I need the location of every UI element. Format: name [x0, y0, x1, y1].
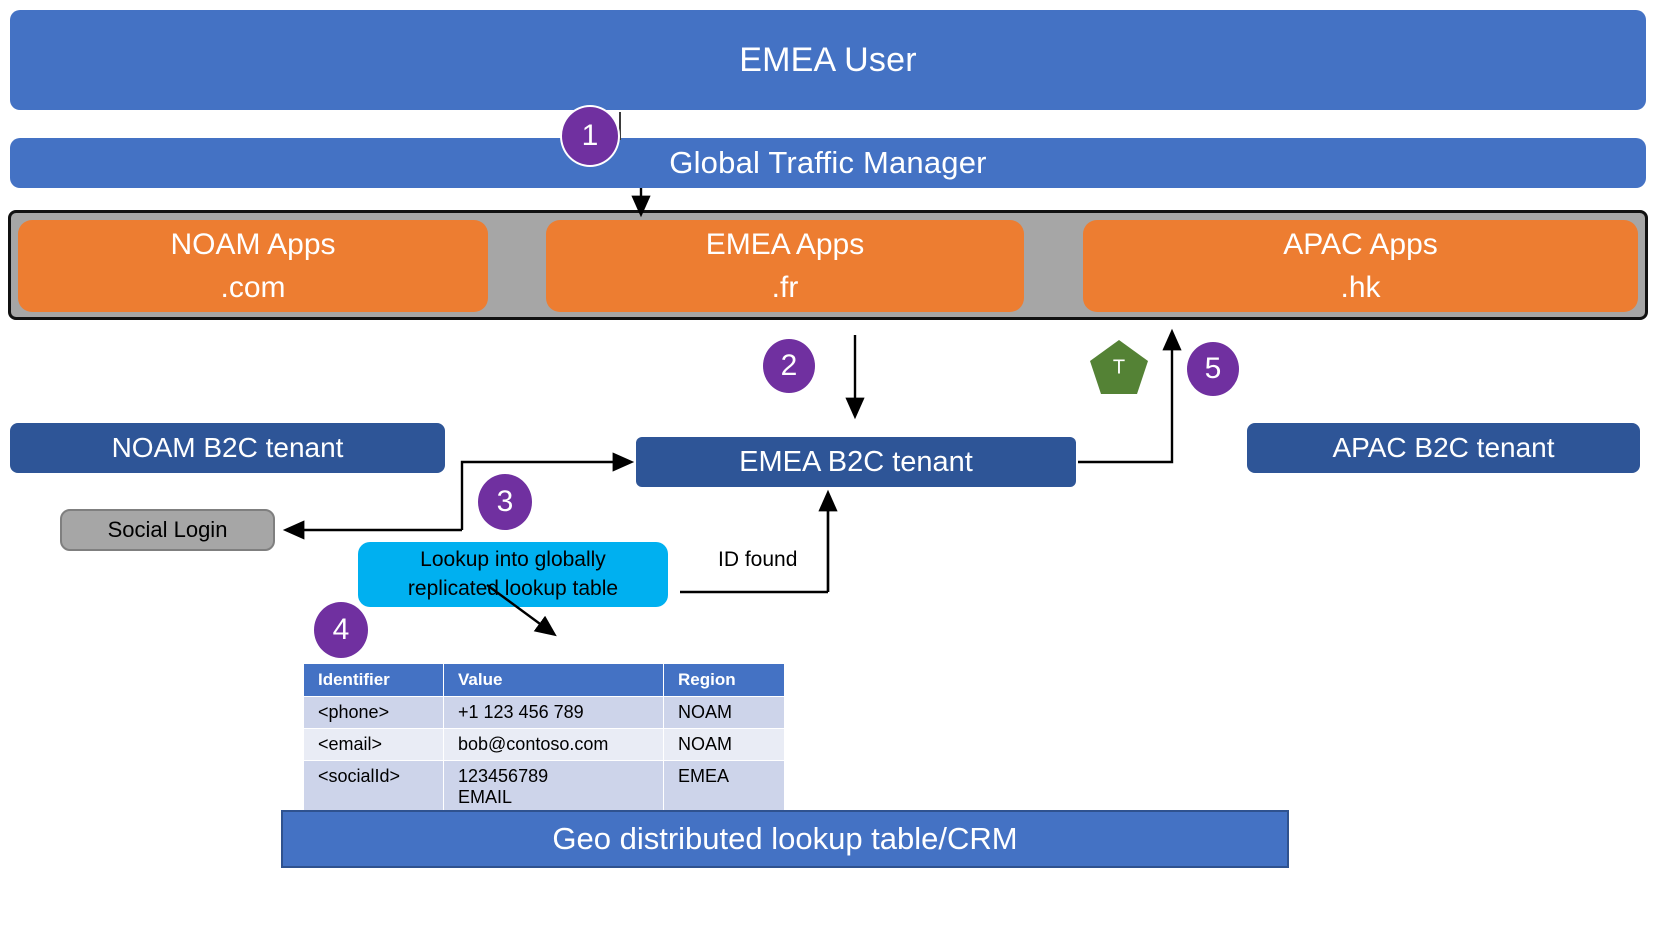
geo-lookup-bar: Geo distributed lookup table/CRM — [281, 810, 1289, 868]
tenant-emea-label: EMEA B2C tenant — [739, 445, 973, 478]
id-found-label-wrap: ID found — [718, 545, 858, 575]
pentagon-marker: T — [1088, 338, 1150, 396]
app-box-apac[interactable]: APAC Apps .hk — [1083, 220, 1638, 312]
global-traffic-manager-bar: Global Traffic Manager — [10, 138, 1646, 188]
diagram-canvas: EMEA User Global Traffic Manager 1 NOAM … — [0, 0, 1656, 930]
app-emea-domain: .fr — [771, 271, 799, 304]
cell-region: NOAM — [663, 728, 785, 761]
app-box-emea[interactable]: EMEA Apps .fr — [546, 220, 1024, 312]
callout-line-2: replicated lookup table — [407, 576, 619, 600]
lookup-table: Identifier Value Region <phone> +1 123 4… — [303, 663, 785, 814]
step-badge-3: 3 — [476, 472, 534, 532]
step-badge-4: 4 — [312, 600, 370, 660]
app-box-noam[interactable]: NOAM Apps .com — [18, 220, 488, 312]
app-apac-domain: .hk — [1340, 271, 1381, 304]
global-traffic-manager-label: Global Traffic Manager — [669, 145, 987, 180]
social-login-label: Social Login — [107, 517, 228, 542]
tenant-apac[interactable]: APAC B2C tenant — [1247, 423, 1640, 473]
geo-lookup-label: Geo distributed lookup table/CRM — [552, 821, 1018, 856]
pentagon-icon — [1090, 340, 1148, 394]
app-noam-name: NOAM Apps — [170, 227, 336, 261]
social-login-box[interactable]: Social Login — [60, 509, 275, 551]
id-found-label: ID found — [718, 548, 798, 571]
step-badge-5-number: 5 — [1204, 352, 1222, 385]
cell-value: +1 123 456 789 — [443, 696, 664, 729]
col-identifier: Identifier — [303, 663, 444, 697]
tenant-apac-label: APAC B2C tenant — [1332, 432, 1555, 463]
app-emea-name: EMEA Apps — [705, 227, 865, 261]
cell-region: EMEA — [663, 760, 785, 814]
table-row: <email> bob@contoso.com NOAM — [303, 728, 785, 761]
step-badge-3-number: 3 — [496, 485, 514, 518]
cell-value-multiline: 123456789 EMAIL — [443, 760, 664, 814]
step-badge-2: 2 — [761, 337, 817, 395]
cell-region: NOAM — [663, 696, 785, 729]
callout-line-1: Lookup into globally — [420, 548, 606, 572]
tenant-emea[interactable]: EMEA B2C tenant — [636, 437, 1076, 487]
table-header-row: Identifier Value Region — [303, 663, 785, 697]
app-noam-domain: .com — [220, 271, 286, 304]
cell-identifier: <email> — [303, 728, 444, 761]
cell-identifier: <socialId> — [303, 760, 444, 814]
step-badge-2-number: 2 — [780, 349, 798, 382]
lookup-callout: Lookup into globally replicated lookup t… — [358, 542, 668, 607]
step-badge-1-number: 1 — [581, 119, 599, 152]
tenant-noam[interactable]: NOAM B2C tenant — [10, 423, 445, 473]
step-badge-4-number: 4 — [332, 613, 350, 646]
app-apac-name: APAC Apps — [1283, 227, 1438, 261]
step-badge-1: 1 — [560, 105, 620, 167]
tenant-noam-label: NOAM B2C tenant — [111, 432, 344, 463]
cell-value: bob@contoso.com — [443, 728, 664, 761]
step-badge-5: 5 — [1185, 340, 1241, 398]
col-region: Region — [663, 663, 785, 697]
cell-identifier: <phone> — [303, 696, 444, 729]
cell-value-line-1: 123456789 — [458, 766, 549, 786]
emea-user-bar: EMEA User — [10, 10, 1646, 110]
cell-value-line-2: EMAIL — [458, 787, 513, 807]
emea-user-label: EMEA User — [739, 40, 917, 79]
lookup-table-wrap: Identifier Value Region <phone> +1 123 4… — [303, 663, 785, 814]
col-value: Value — [443, 663, 664, 697]
table-row: <phone> +1 123 456 789 NOAM — [303, 696, 785, 729]
table-row: <socialId> 123456789 EMAIL EMEA — [303, 760, 785, 814]
